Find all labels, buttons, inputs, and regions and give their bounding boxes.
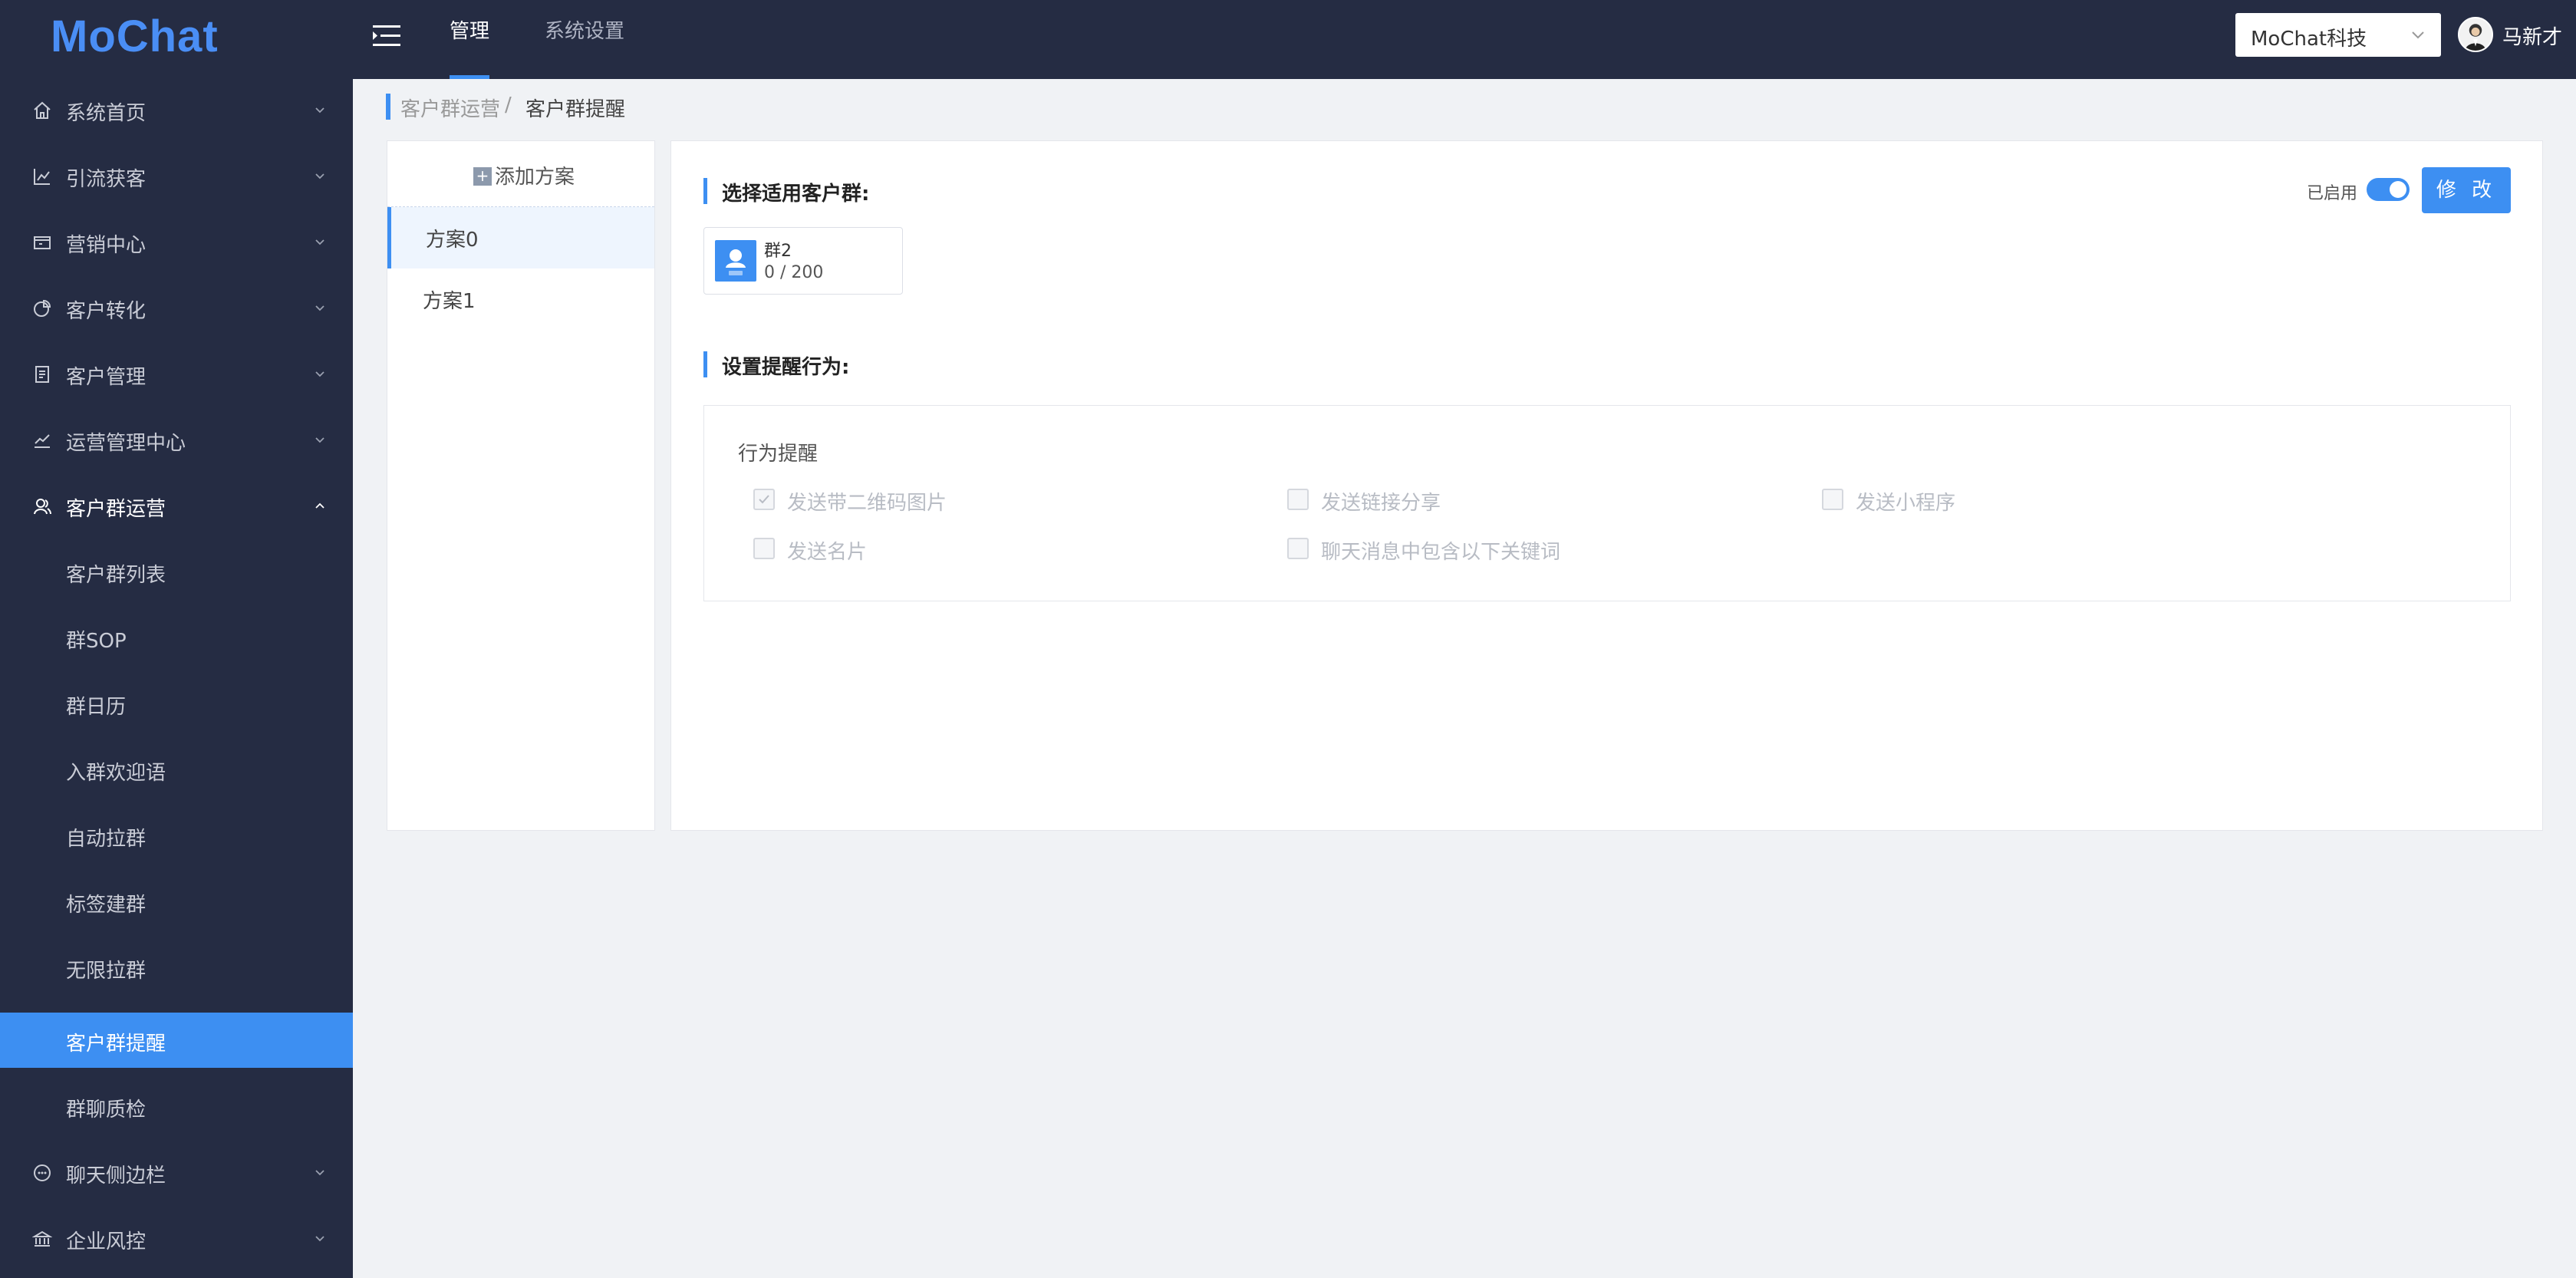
sidebar-item-home[interactable]: 系统首页 <box>0 82 353 137</box>
chevron-down-icon <box>2410 27 2426 42</box>
sidebar-subitem-group-list[interactable]: 客户群列表 <box>0 544 353 599</box>
users-icon <box>32 496 52 516</box>
sidebar-item-conversion[interactable]: 客户转化 <box>0 280 353 335</box>
chevron-down-icon <box>313 433 327 446</box>
app-logo[interactable]: MoChat <box>51 11 219 62</box>
chevron-down-icon <box>313 1165 327 1179</box>
topnav-tab-settings[interactable]: 系统设置 <box>545 0 624 79</box>
chevron-down-icon <box>313 169 327 183</box>
group-avatar-icon <box>715 240 756 282</box>
sidebar-subitem-welcome[interactable]: 入群欢迎语 <box>0 742 353 797</box>
sidebar-subitem-group-sop[interactable]: 群SOP <box>0 610 353 665</box>
breadcrumb-parent[interactable]: 客户群运营 <box>400 94 500 122</box>
sidebar-subitem-quality-check[interactable]: 群聊质检 <box>0 1079 353 1134</box>
user-avatar[interactable] <box>2458 17 2493 52</box>
chevron-down-icon <box>313 301 327 315</box>
sidebar-item-marketing[interactable]: 营销中心 <box>0 214 353 269</box>
document-icon <box>32 364 52 384</box>
checkbox-unchecked[interactable] <box>1287 489 1309 510</box>
chevron-down-icon <box>313 1231 327 1245</box>
sidebar-item-operations[interactable]: 运营管理中心 <box>0 412 353 467</box>
chevron-down-icon <box>313 103 327 117</box>
breadcrumb-separator: / <box>505 94 512 117</box>
checkbox-checked[interactable] <box>753 489 775 510</box>
chevron-up-icon <box>313 499 327 512</box>
behavior-box-title: 行为提醒 <box>738 443 819 466</box>
sidebar-item-group-ops[interactable]: 客户群运营 <box>0 478 353 533</box>
add-scheme-button[interactable]: + 添加方案 <box>387 141 654 207</box>
scheme-item-0[interactable]: 方案0 <box>387 207 654 268</box>
sidebar-subitem-auto-pull[interactable]: 自动拉群 <box>0 808 353 863</box>
edit-button[interactable]: 修 改 <box>2422 167 2511 213</box>
sidebar-item-customers[interactable]: 客户管理 <box>0 346 353 401</box>
pie-chart-icon <box>32 298 52 318</box>
bank-icon <box>31 1229 53 1249</box>
sidebar-subitem-unlimited-pull[interactable]: 无限拉群 <box>0 940 353 995</box>
scheme-item-1[interactable]: 方案1 <box>387 268 654 330</box>
menu-toggle-icon[interactable] <box>373 23 404 49</box>
enabled-status-label: 已启用 <box>2307 184 2358 203</box>
top-bar: MoChat 管理 系统设置 MoChat科技 马新才 <box>0 0 2576 79</box>
plus-icon: + <box>473 167 492 186</box>
breadcrumb-current: 客户群提醒 <box>525 98 626 121</box>
checkbox-unchecked[interactable] <box>753 538 775 559</box>
sidebar-subitem-group-calendar[interactable]: 群日历 <box>0 676 353 731</box>
user-name[interactable]: 马新才 <box>2502 21 2562 50</box>
sidebar-item-risk-control[interactable]: 企业风控 <box>0 1210 353 1266</box>
topnav-tab-manage[interactable]: 管理 <box>450 0 490 79</box>
add-scheme-label: 添加方案 <box>495 166 575 189</box>
company-select-value: MoChat科技 <box>2251 28 2367 51</box>
checkbox-unchecked[interactable] <box>1287 538 1309 559</box>
behavior-box: 行为提醒 发送带二维码图片 发送链接分享 发送小程序 发送名片 聊天消息中包含以… <box>703 405 2511 601</box>
sidebar-item-acquisition[interactable]: 引流获客 <box>0 148 353 203</box>
company-select[interactable]: MoChat科技 <box>2235 13 2441 57</box>
home-icon <box>32 100 52 120</box>
breadcrumb-accent-bar <box>386 94 390 120</box>
group-member-count: 0 / 200 <box>764 263 824 282</box>
line-chart-icon <box>32 166 52 186</box>
sidebar-subitem-group-reminder[interactable]: 客户群提醒 <box>0 1013 353 1068</box>
sidebar: 系统首页 引流获客 营销中心 客户转化 客户管理 运营管理中心 客户群运营 客户… <box>0 79 353 1278</box>
chevron-down-icon <box>313 367 327 380</box>
sidebar-item-chat-sidebar[interactable]: 聊天侧边栏 <box>0 1145 353 1200</box>
sidebar-subitem-tag-group[interactable]: 标签建群 <box>0 874 353 929</box>
group-name: 群2 <box>764 242 792 261</box>
main-panel: 选择适用客户群: 已启用 修 改 群2 0 / 200 设置提醒行为: 行为提醒… <box>670 140 2543 831</box>
wallet-icon <box>32 232 52 252</box>
chat-icon <box>32 1163 52 1183</box>
trend-icon <box>32 430 52 450</box>
group-card[interactable]: 群2 0 / 200 <box>703 227 903 295</box>
scheme-panel: + 添加方案 方案0 方案1 <box>387 140 655 831</box>
enabled-toggle[interactable] <box>2367 178 2410 201</box>
chevron-down-icon <box>313 235 327 249</box>
checkbox-unchecked[interactable] <box>1822 489 1843 510</box>
